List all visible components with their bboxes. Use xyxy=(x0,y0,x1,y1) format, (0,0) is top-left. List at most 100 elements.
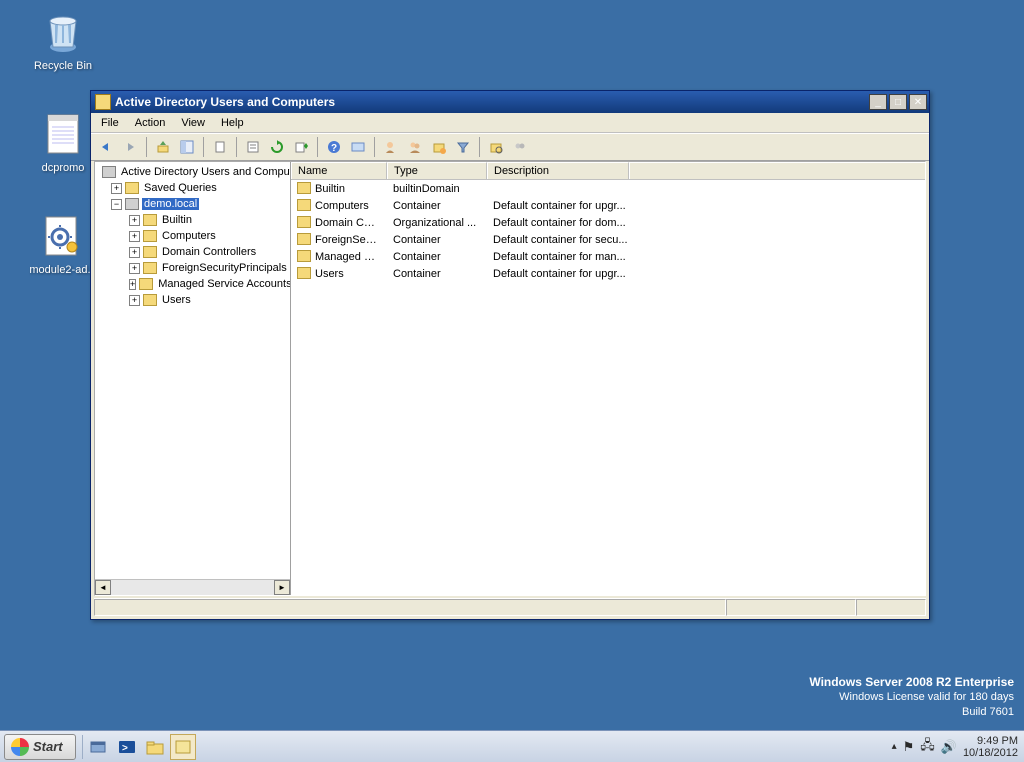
tree-child[interactable]: + Builtin xyxy=(95,212,290,228)
expand-icon[interactable]: + xyxy=(129,263,140,274)
menu-file[interactable]: File xyxy=(93,115,127,131)
tray-clock[interactable]: 9:49 PM 10/18/2012 xyxy=(963,735,1018,759)
collapse-icon[interactable]: − xyxy=(111,199,122,210)
tree-hscrollbar[interactable]: ◄ ► xyxy=(95,579,290,595)
folder-icon xyxy=(143,214,157,226)
folder-icon xyxy=(143,230,157,242)
taskbar-server-manager[interactable] xyxy=(86,734,112,760)
close-button[interactable]: ✕ xyxy=(909,94,927,110)
folder-icon xyxy=(297,182,311,194)
client-area: Active Directory Users and Comput + Save… xyxy=(94,161,926,596)
desktop-icon-recycle-bin[interactable]: Recycle Bin xyxy=(24,8,102,73)
refresh-button[interactable] xyxy=(266,136,288,158)
folder-icon xyxy=(143,246,157,258)
find-button[interactable] xyxy=(347,136,369,158)
expand-icon[interactable]: + xyxy=(129,247,140,258)
console-icon xyxy=(102,166,116,178)
tray-expand-icon[interactable]: ▴ xyxy=(892,741,897,752)
taskbar: Start > ▴ ⚑ 🖧 🔊 9:49 PM 10/18/2012 xyxy=(0,730,1024,762)
list-row[interactable]: UsersContainerDefault container for upgr… xyxy=(291,265,925,282)
tray-date: 10/18/2012 xyxy=(963,747,1018,759)
tree-label: Builtin xyxy=(160,214,194,226)
tree-label: Saved Queries xyxy=(142,182,219,194)
menu-view[interactable]: View xyxy=(173,115,213,131)
folder-icon xyxy=(143,262,157,274)
volume-icon[interactable]: 🔊 xyxy=(941,739,957,755)
taskbar-aduc-active[interactable] xyxy=(170,734,196,760)
forward-button[interactable] xyxy=(119,136,141,158)
system-tray: ▴ ⚑ 🖧 🔊 9:49 PM 10/18/2012 xyxy=(886,735,1024,759)
titlebar[interactable]: Active Directory Users and Computers _ □… xyxy=(91,91,929,113)
folder-icon xyxy=(297,233,311,245)
folder-icon xyxy=(297,216,311,228)
new-user-button[interactable] xyxy=(380,136,402,158)
new-ou-button[interactable] xyxy=(428,136,450,158)
up-button[interactable] xyxy=(152,136,174,158)
tree-child[interactable]: +Domain Controllers xyxy=(95,244,290,260)
expand-icon[interactable]: + xyxy=(111,183,122,194)
recycle-bin-icon xyxy=(39,8,87,56)
show-hide-tree-button[interactable] xyxy=(176,136,198,158)
tree-label: Computers xyxy=(160,230,218,242)
expand-icon[interactable]: + xyxy=(129,279,136,290)
expand-icon[interactable]: + xyxy=(129,295,140,306)
list-body[interactable]: BuiltinbuiltinDomainComputersContainerDe… xyxy=(291,180,925,595)
tree-label: Users xyxy=(160,294,193,306)
flag-icon[interactable]: ⚑ xyxy=(903,739,915,755)
window-title: Active Directory Users and Computers xyxy=(115,95,867,109)
menu-action[interactable]: Action xyxy=(127,115,174,131)
taskbar-explorer[interactable] xyxy=(142,734,168,760)
find-objects-button[interactable] xyxy=(485,136,507,158)
maximize-button[interactable]: □ xyxy=(889,94,907,110)
folder-icon xyxy=(297,199,311,211)
tree-label-selected: demo.local xyxy=(142,198,199,210)
list-row[interactable]: ComputersContainerDefault container for … xyxy=(291,197,925,214)
scroll-track[interactable] xyxy=(111,580,274,595)
list-row[interactable]: Domain Cont...Organizational ...Default … xyxy=(291,214,925,231)
export-button[interactable] xyxy=(290,136,312,158)
tree-saved-queries[interactable]: + Saved Queries xyxy=(95,180,290,196)
expand-icon[interactable]: + xyxy=(129,231,140,242)
tree-label: Managed Service Accounts xyxy=(156,278,290,290)
tree-child[interactable]: + Managed Service Accounts xyxy=(95,276,290,292)
column-header-name[interactable]: Name xyxy=(291,162,387,179)
cut-button[interactable] xyxy=(209,136,231,158)
help-button[interactable]: ? xyxy=(323,136,345,158)
list-row[interactable]: BuiltinbuiltinDomain xyxy=(291,180,925,197)
taskbar-powershell[interactable]: > xyxy=(114,734,140,760)
folder-icon xyxy=(143,294,157,306)
list-row[interactable]: ForeignSecur...ContainerDefault containe… xyxy=(291,231,925,248)
filter-button[interactable] xyxy=(452,136,474,158)
menu-help[interactable]: Help xyxy=(213,115,252,131)
tree-root[interactable]: Active Directory Users and Comput xyxy=(95,164,290,180)
start-button[interactable]: Start xyxy=(4,734,76,760)
start-label: Start xyxy=(33,739,63,754)
aduc-window: Active Directory Users and Computers _ □… xyxy=(90,90,930,620)
desktop-icon-label: Recycle Bin xyxy=(24,60,102,73)
settings-file-icon xyxy=(39,212,87,260)
folder-icon xyxy=(297,250,311,262)
list-row[interactable]: Managed Ser...ContainerDefault container… xyxy=(291,248,925,265)
menubar: File Action View Help xyxy=(91,113,929,133)
new-group-button[interactable] xyxy=(404,136,426,158)
column-header-type[interactable]: Type xyxy=(387,162,487,179)
tree-child[interactable]: + Users xyxy=(95,292,290,308)
tree-child[interactable]: +ForeignSecurityPrincipals xyxy=(95,260,290,276)
scroll-right-button[interactable]: ► xyxy=(274,580,290,595)
folder-icon xyxy=(297,267,311,279)
column-header-desc[interactable]: Description xyxy=(487,162,629,179)
minimize-button[interactable]: _ xyxy=(869,94,887,110)
back-button[interactable] xyxy=(95,136,117,158)
scroll-left-button[interactable]: ◄ xyxy=(95,580,111,595)
expand-icon[interactable]: + xyxy=(129,215,140,226)
network-icon[interactable]: 🖧 xyxy=(920,736,935,758)
properties-button[interactable] xyxy=(242,136,264,158)
tree-label: Active Directory Users and Comput xyxy=(119,166,290,178)
tree-domain[interactable]: − demo.local xyxy=(95,196,290,212)
add-to-group-button[interactable] xyxy=(509,136,531,158)
tree-pane: Active Directory Users and Comput + Save… xyxy=(95,162,291,595)
app-icon xyxy=(95,94,111,110)
tree-child[interactable]: + Computers xyxy=(95,228,290,244)
tree-body[interactable]: Active Directory Users and Comput + Save… xyxy=(95,162,290,579)
domain-icon xyxy=(125,198,139,210)
